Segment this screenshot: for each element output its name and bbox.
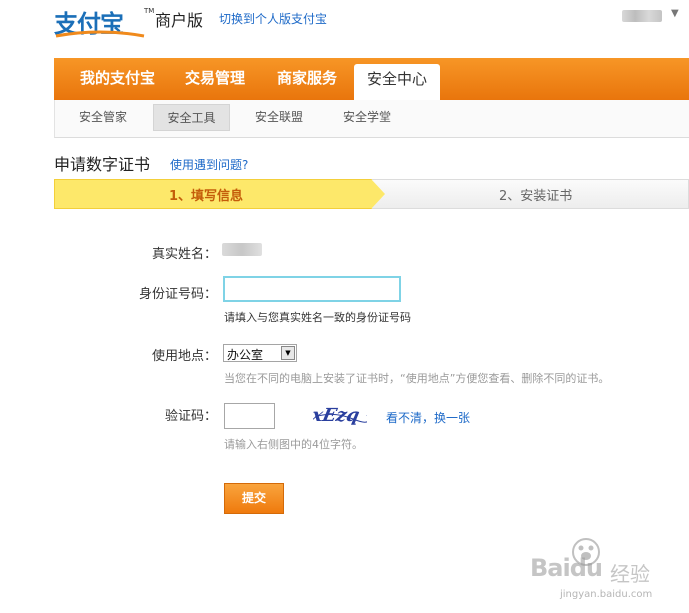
subtab-security-manager[interactable]: 安全管家 xyxy=(69,104,137,131)
id-number-label: 身份证号码： xyxy=(138,287,217,302)
captcha-input[interactable] xyxy=(224,403,275,429)
location-selected-value: 办公室 xyxy=(227,348,264,362)
switch-personal-link[interactable]: 切换到个人版支付宝 xyxy=(219,10,327,27)
help-link[interactable]: 使用遇到问题? xyxy=(170,156,248,173)
name-value-blurred xyxy=(222,243,262,256)
alipay-logo[interactable]: 支付宝 TM xyxy=(54,4,154,42)
tab-merchant-service[interactable]: 商家服务 xyxy=(277,58,337,100)
sub-nav: 安全管家 安全工具 安全联盟 安全学堂 xyxy=(54,100,689,138)
subtab-security-tools[interactable]: 安全工具 xyxy=(153,104,230,131)
tab-trade-management[interactable]: 交易管理 xyxy=(185,58,245,100)
location-label: 使用地点： xyxy=(151,349,217,364)
id-number-input[interactable] xyxy=(223,276,401,302)
submit-button[interactable]: 提交 xyxy=(224,483,284,514)
progress-steps: 1、填写信息 2、安装证书 xyxy=(54,179,689,209)
step-arrow-icon xyxy=(371,179,385,209)
captcha-image[interactable]: xEzq xyxy=(313,401,367,429)
id-number-hint: 请填入与您真实姓名一致的身份证号码 xyxy=(224,311,411,324)
dropdown-arrow-icon[interactable]: ▼ xyxy=(281,346,295,360)
tab-my-alipay[interactable]: 我的支付宝 xyxy=(80,58,155,100)
step-fill-info-label: 1、填写信息 xyxy=(169,189,244,204)
location-hint: 当您在不同的电脑上安装了证书时，“使用地点”方便您查看、删除不同的证书。 xyxy=(224,372,610,385)
location-select[interactable]: 办公室 ▼ xyxy=(223,344,297,362)
name-label: 真实姓名： xyxy=(151,247,217,262)
watermark-word: 经验 xyxy=(610,562,650,586)
page-title: 申请数字证书 xyxy=(54,155,151,174)
main-nav: 我的支付宝 交易管理 商家服务 安全中心 xyxy=(54,58,689,100)
captcha-refresh-link[interactable]: 看不清，换一张 xyxy=(386,409,470,426)
user-account-blurred[interactable] xyxy=(622,10,662,22)
baidu-paw-icon xyxy=(572,538,600,566)
submit-button-label: 提交 xyxy=(241,491,266,505)
subtab-security-alliance[interactable]: 安全联盟 xyxy=(245,104,313,131)
subtab-security-school[interactable]: 安全学堂 xyxy=(333,104,401,131)
logo-swoosh-icon xyxy=(55,30,145,38)
edition-label: 商户版 xyxy=(155,11,204,30)
captcha-hint: 请输入右侧图中的4位字符。 xyxy=(224,438,363,451)
captcha-label: 验证码： xyxy=(164,409,217,424)
chevron-down-icon[interactable]: ▼ xyxy=(671,8,679,19)
step-install-cert-label: 2、安装证书 xyxy=(499,189,573,204)
logo-trademark: TM xyxy=(144,7,155,15)
watermark-url: jingyan.baidu.com xyxy=(560,589,653,600)
tab-security-center[interactable]: 安全中心 xyxy=(354,64,440,100)
